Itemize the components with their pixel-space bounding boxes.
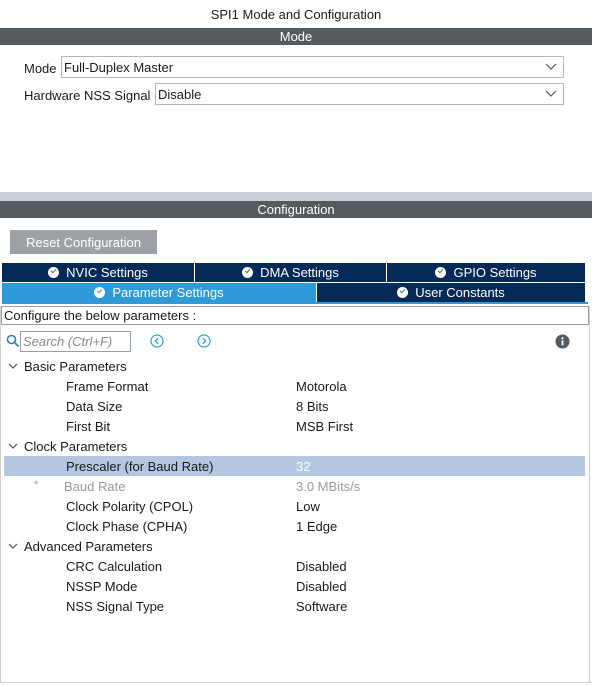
- param-value[interactable]: 32: [296, 459, 310, 474]
- mode-section-header: Mode: [0, 28, 592, 45]
- panel-border-right: [589, 306, 590, 683]
- param-name: Prescaler (for Baud Rate): [66, 459, 214, 474]
- derived-marker: *: [34, 479, 39, 491]
- active-tab-underline: [2, 302, 588, 304]
- expand-chevron-icon: [8, 443, 18, 449]
- param-row-clock-polarity[interactable]: Clock Polarity (CPOL) Low: [4, 496, 585, 516]
- check-circle-icon: [242, 267, 254, 278]
- group-label: Basic Parameters: [24, 358, 127, 374]
- param-row-nssp-mode[interactable]: NSSP Mode Disabled: [4, 576, 585, 596]
- search-icon: [6, 334, 20, 348]
- param-name: NSSP Mode: [66, 579, 138, 594]
- check-circle-icon: [94, 287, 106, 298]
- tab-label: GPIO Settings: [453, 265, 537, 280]
- window-title: SPI1 Mode and Configuration: [210, 6, 382, 22]
- param-value: 8 Bits: [296, 399, 329, 414]
- param-row-prescaler[interactable]: Prescaler (for Baud Rate) 32: [4, 456, 585, 476]
- tab-user-constants[interactable]: User Constants: [317, 283, 586, 302]
- expand-chevron-icon: [8, 363, 18, 369]
- param-value: Motorola: [296, 379, 347, 394]
- mode-select-value: Full-Duplex Master: [64, 59, 174, 75]
- hardware-nss-select-value: Disable: [158, 86, 202, 102]
- check-circle-icon: [397, 287, 409, 298]
- hardware-nss-label: Hardware NSS Signal: [24, 88, 151, 103]
- tab-label: User Constants: [415, 285, 505, 300]
- section-splitter[interactable]: [0, 192, 592, 201]
- param-name: First Bit: [66, 419, 111, 434]
- param-name: Data Size: [66, 399, 123, 414]
- info-icon[interactable]: [555, 334, 570, 349]
- param-name: Frame Format: [66, 379, 149, 394]
- check-circle-icon: [48, 267, 60, 278]
- chevron-down-icon: [545, 63, 557, 70]
- param-row-clock-phase[interactable]: Clock Phase (CPHA) 1 Edge: [4, 516, 585, 536]
- tab-dma-settings[interactable]: DMA Settings: [195, 263, 387, 282]
- expand-chevron-icon: [8, 543, 18, 549]
- tab-label: DMA Settings: [260, 265, 339, 280]
- group-clock-parameters[interactable]: Clock Parameters: [8, 436, 127, 456]
- param-row-frame-format[interactable]: Frame Format Motorola: [4, 376, 585, 396]
- param-row-first-bit[interactable]: First Bit MSB First: [4, 416, 585, 436]
- tab-nvic-settings[interactable]: NVIC Settings: [2, 263, 195, 282]
- configure-instruction: Configure the below parameters :: [1, 306, 589, 325]
- param-value: Disabled: [296, 579, 347, 594]
- search-input[interactable]: Search (Ctrl+F): [20, 331, 131, 352]
- param-name: Clock Polarity (CPOL): [66, 499, 194, 514]
- hardware-nss-select[interactable]: Disable: [155, 83, 564, 105]
- tab-label: NVIC Settings: [66, 265, 148, 280]
- param-value: MSB First: [296, 419, 354, 434]
- param-value: Low: [296, 499, 320, 514]
- group-basic-parameters[interactable]: Basic Parameters: [8, 356, 127, 376]
- param-name: Clock Phase (CPHA): [66, 519, 188, 534]
- check-circle-icon: [435, 267, 447, 278]
- panel-border-bottom: [0, 682, 592, 683]
- param-row-data-size[interactable]: Data Size 8 Bits: [4, 396, 585, 416]
- configuration-section-header: Configuration: [0, 201, 592, 218]
- reset-configuration-button[interactable]: Reset Configuration: [10, 230, 157, 254]
- param-value: 1 Edge: [296, 519, 338, 534]
- mode-label: Mode: [24, 61, 57, 76]
- chevron-down-icon: [545, 90, 557, 97]
- group-advanced-parameters[interactable]: Advanced Parameters: [8, 536, 153, 556]
- param-row-baud-rate: * Baud Rate 3.0 MBits/s: [4, 476, 585, 496]
- mode-select[interactable]: Full-Duplex Master: [61, 56, 564, 78]
- panel-border-left: [0, 306, 1, 683]
- tab-parameter-settings[interactable]: Parameter Settings: [2, 283, 317, 302]
- next-icon[interactable]: [197, 334, 211, 348]
- previous-icon[interactable]: [150, 334, 164, 348]
- group-label: Clock Parameters: [24, 438, 128, 454]
- param-name: CRC Calculation: [66, 559, 163, 574]
- tab-label: Parameter Settings: [112, 285, 224, 300]
- param-row-nss-signal-type[interactable]: NSS Signal Type Software: [4, 596, 585, 616]
- param-value: Software: [296, 599, 348, 614]
- tab-gpio-settings[interactable]: GPIO Settings: [387, 263, 586, 282]
- param-value: Disabled: [296, 559, 347, 574]
- param-name: NSS Signal Type: [66, 599, 165, 614]
- param-row-crc-calculation[interactable]: CRC Calculation Disabled: [4, 556, 585, 576]
- group-label: Advanced Parameters: [24, 538, 153, 554]
- param-name: Baud Rate: [64, 479, 126, 494]
- param-value: 3.0 MBits/s: [296, 479, 361, 494]
